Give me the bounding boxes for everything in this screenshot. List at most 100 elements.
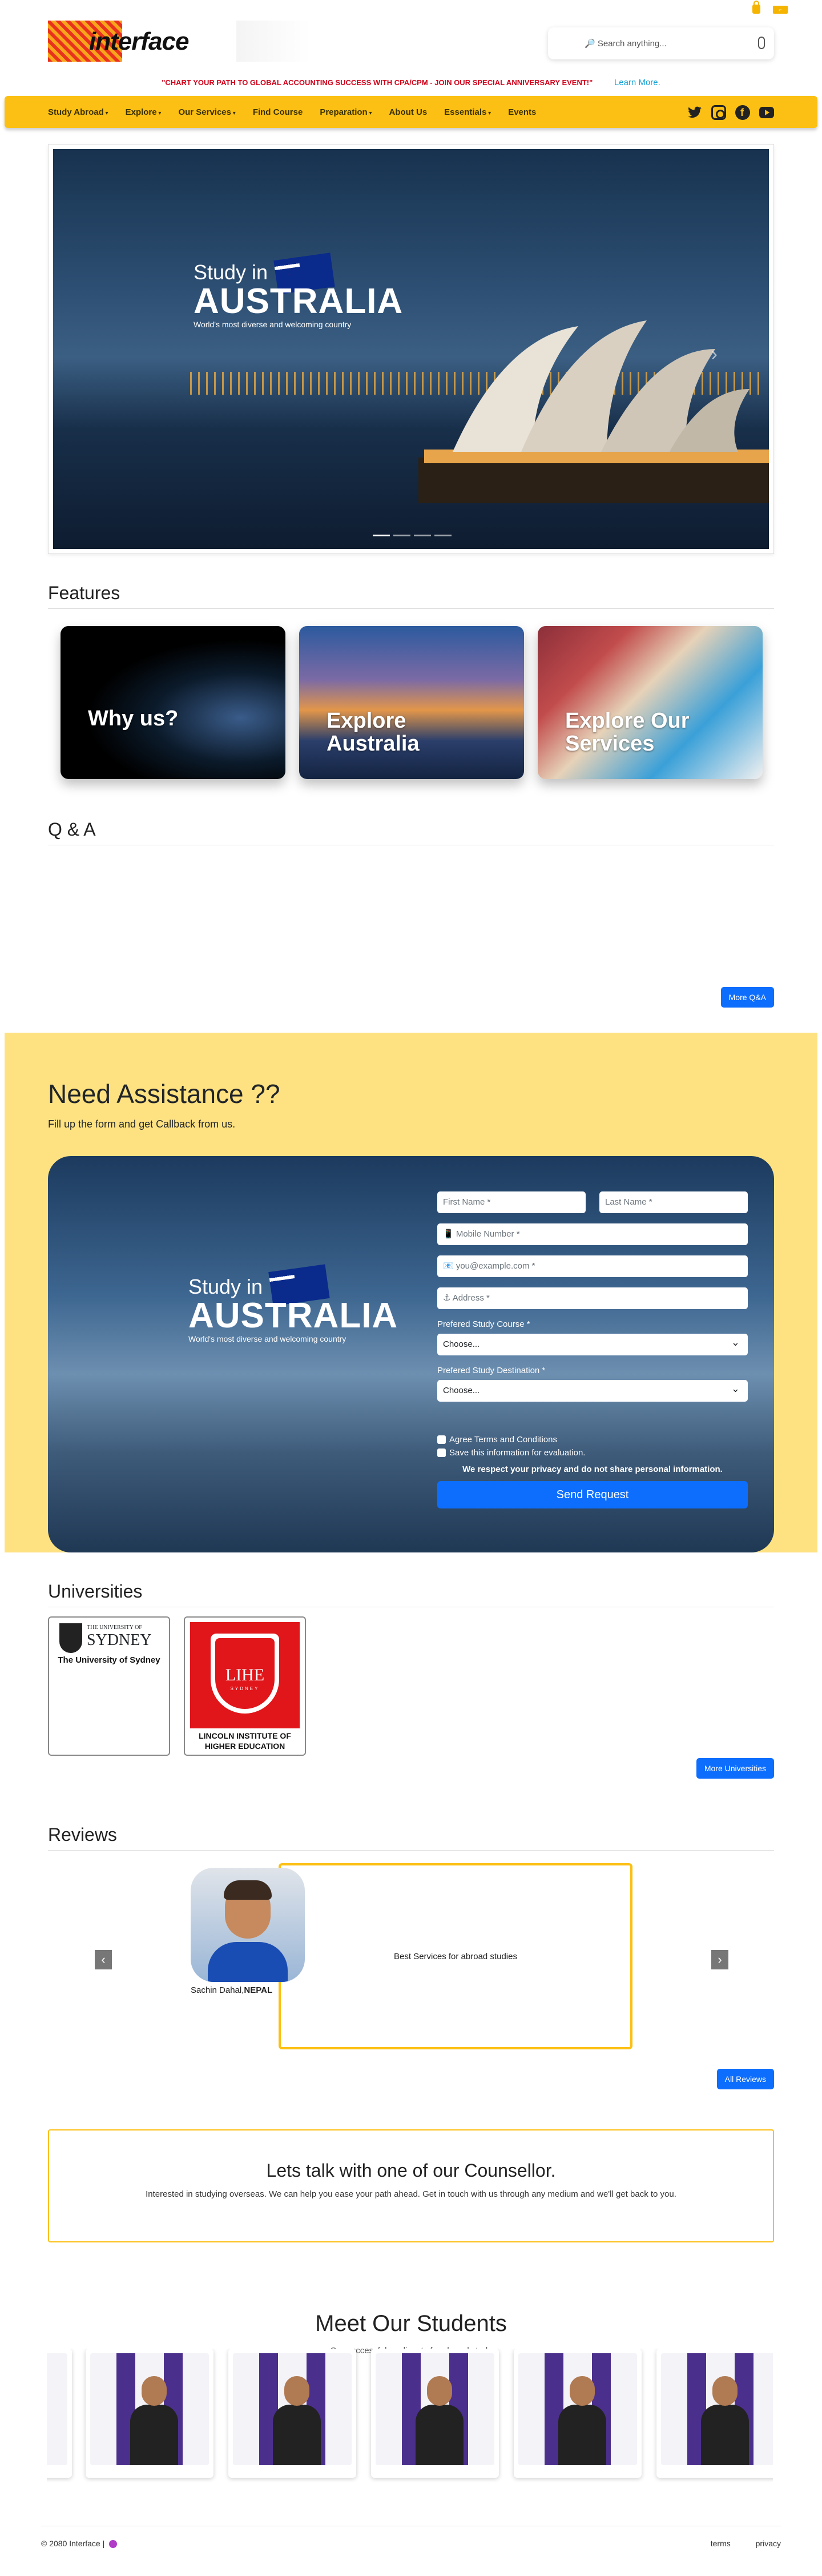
universities-section: Universities THE UNIVERSITY OF SYDNEY Th… — [48, 1581, 774, 1779]
mobile-field[interactable]: 📱 Mobile Number * — [437, 1223, 748, 1245]
main-navbar: Study Abroad Explore Our Services Find C… — [5, 96, 817, 128]
agree-terms-checkbox[interactable] — [437, 1435, 446, 1444]
feature-card-explore-services[interactable]: Explore Our Services — [538, 626, 763, 779]
destination-select[interactable]: Choose... — [437, 1378, 748, 1402]
nav-our-services[interactable]: Our Services — [178, 107, 235, 117]
reviews-section: Reviews ‹ Best Services for abroad studi… — [48, 1824, 774, 2356]
qa-heading: Q & A — [48, 819, 774, 845]
feature-card-explore-australia[interactable]: Explore Australia — [299, 626, 524, 779]
microphone-icon[interactable] — [758, 37, 765, 49]
sydney-logo: THE UNIVERSITY OF SYDNEY — [54, 1622, 164, 1717]
sydney-logo-top: THE UNIVERSITY OF — [87, 1624, 142, 1631]
footer-links: terms privacy — [688, 2539, 781, 2548]
terms-link[interactable]: terms — [711, 2539, 731, 2548]
review-text: Best Services for abroad studies — [394, 1951, 517, 1961]
copyright: © 2080 Interface | — [41, 2539, 118, 2549]
features-heading: Features — [48, 583, 774, 609]
nav-essentials[interactable]: Essentials — [444, 107, 491, 117]
carousel-indicators — [373, 535, 452, 536]
email-field[interactable]: 📧 you@example.com * — [437, 1255, 748, 1277]
callback-form-card: Study in AUSTRALIA World's most diverse … — [48, 1156, 774, 1552]
badge-icon[interactable] — [109, 2540, 118, 2549]
counsellor-heading: Lets talk with one of our Counsellor. — [266, 2160, 556, 2181]
social-links — [687, 105, 774, 120]
hero-line1: Study in — [188, 1275, 263, 1298]
university-card-sydney[interactable]: THE UNIVERSITY OF SYDNEY The University … — [48, 1616, 170, 1756]
nav-preparation[interactable]: Preparation — [320, 107, 372, 117]
qa-section: Q & A More Q&A — [48, 819, 774, 1008]
universities-heading: Universities — [48, 1581, 774, 1607]
lihe-logo: LIHE SYDNEY — [190, 1622, 300, 1728]
feature-card-title: Why us? — [88, 707, 179, 731]
brand-name: interface — [89, 27, 189, 55]
privacy-link[interactable]: privacy — [756, 2539, 781, 2548]
hero-line2: AUSTRALIA — [194, 282, 404, 321]
features-section: Features Why us? Explore Australia Explo… — [48, 583, 774, 779]
hero-line2: AUSTRALIA — [188, 1296, 398, 1335]
send-request-button[interactable]: Send Request — [437, 1481, 748, 1508]
feature-cards: Why us? Explore Australia Explore Our Se… — [48, 626, 774, 779]
more-universities-button[interactable]: More Universities — [696, 1758, 774, 1779]
learn-more-link[interactable]: Learn More. — [614, 78, 660, 87]
form-hero-caption: Study in AUSTRALIA World's most diverse … — [188, 1275, 398, 1343]
counsellor-text: Interested in studying overseas. We can … — [146, 2189, 676, 2199]
assistance-section: Need Assistance ?? Fill up the form and … — [5, 1033, 817, 1552]
hero-image: Study in AUSTRALIA World's most diverse … — [53, 149, 769, 549]
university-name: LINCOLN INSTITUTE OF HIGHER EDUCATION — [199, 1731, 291, 1751]
hero-caption: Study in AUSTRALIA World's most diverse … — [194, 260, 403, 329]
student-card — [228, 2349, 356, 2478]
reviewer-name-text: Sachin Dahal, — [191, 1985, 244, 1995]
agree-terms-label: Agree Terms and Conditions — [449, 1435, 557, 1445]
nav-about-us[interactable]: About Us — [389, 107, 428, 117]
youtube-icon[interactable] — [759, 107, 774, 118]
student-card — [514, 2349, 642, 2478]
nav-explore[interactable]: Explore — [126, 107, 162, 117]
save-info-checkbox[interactable] — [437, 1449, 446, 1457]
announcement-bar: "CHART YOUR PATH TO GLOBAL ACCOUNTING SU… — [0, 74, 822, 91]
destination-label: Prefered Study Destination * — [437, 1366, 546, 1375]
university-card-lihe[interactable]: LIHE SYDNEY LINCOLN INSTITUTE OF HIGHER … — [184, 1616, 306, 1756]
last-name-field[interactable]: Last Name * — [599, 1191, 748, 1213]
brand-logo[interactable]: interface — [48, 21, 311, 62]
carousel-indicator[interactable] — [373, 535, 390, 536]
carousel-next-icon[interactable]: › — [711, 343, 718, 366]
agree-terms-row: Agree Terms and Conditions — [437, 1435, 748, 1445]
student-card — [47, 2349, 72, 2478]
course-select[interactable]: Choose... — [437, 1331, 748, 1355]
carousel-indicator[interactable] — [414, 535, 431, 536]
hero-line3: World's most diverse and welcoming count… — [194, 320, 352, 329]
announcement-text: "CHART YOUR PATH TO GLOBAL ACCOUNTING SU… — [162, 78, 593, 87]
sydney-logo-main: SYDNEY — [87, 1631, 152, 1649]
crest-icon — [59, 1623, 82, 1653]
search-input[interactable]: 🔎 Search anything... — [548, 27, 774, 59]
student-card — [371, 2349, 499, 2478]
logo-fade — [236, 21, 311, 62]
search-placeholder: 🔎 Search anything... — [585, 39, 667, 49]
nav-find-course[interactable]: Find Course — [253, 107, 303, 117]
callback-form: First Name * Last Name * 📱 Mobile Number… — [437, 1191, 748, 1508]
feature-card-why-us[interactable]: Why us? — [61, 626, 285, 779]
first-name-field[interactable]: First Name * — [437, 1191, 586, 1213]
more-qa-button[interactable]: More Q&A — [720, 987, 774, 1008]
review-next-button[interactable]: › — [711, 1950, 728, 1969]
hero-carousel[interactable]: Study in AUSTRALIA World's most diverse … — [48, 144, 774, 554]
lihe-logo-text: LIHE — [225, 1666, 265, 1684]
hero-line3: World's most diverse and welcoming count… — [188, 1334, 346, 1343]
assistance-subheading: Fill up the form and get Callback from u… — [48, 1118, 236, 1130]
feature-card-title: Explore Our Services — [565, 709, 690, 756]
students-carousel[interactable] — [47, 2349, 773, 2491]
course-label: Prefered Study Course * — [437, 1319, 530, 1329]
facebook-icon[interactable] — [735, 105, 750, 120]
instagram-icon[interactable] — [711, 105, 726, 120]
review-prev-button[interactable]: ‹ — [95, 1950, 112, 1969]
reviews-heading: Reviews — [48, 1824, 774, 1851]
carousel-indicator[interactable] — [434, 535, 452, 536]
carousel-indicator[interactable] — [393, 535, 410, 536]
student-card — [656, 2349, 773, 2478]
nav-study-abroad[interactable]: Study Abroad — [48, 107, 108, 117]
twitter-icon[interactable] — [687, 105, 702, 120]
students-heading: Meet Our Students — [315, 2311, 507, 2336]
footer: © 2080 Interface | terms privacy — [41, 2526, 781, 2549]
address-field[interactable]: ⚓ Address * — [437, 1287, 748, 1309]
nav-events[interactable]: Events — [508, 107, 536, 117]
